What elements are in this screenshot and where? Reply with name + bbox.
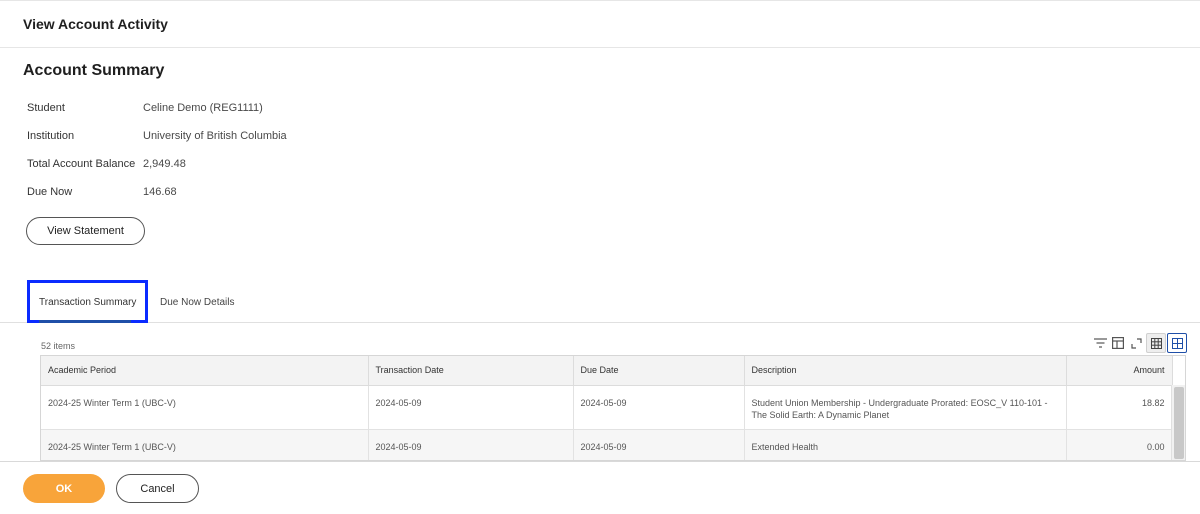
due-now-value: 146.68 [143,186,177,198]
cell-academic-period: 2024-25 Winter Term 1 (UBC-V) [41,385,369,430]
column-chooser-icon[interactable] [1109,333,1127,353]
institution-value: University of British Columbia [143,130,287,142]
expand-icon[interactable] [1127,333,1145,353]
col-transaction-date[interactable]: Transaction Date [368,356,574,386]
page-title: View Account Activity [23,16,168,32]
institution-label: Institution [27,130,75,142]
student-label: Student [27,102,65,114]
tab-transaction-summary-label: Transaction Summary [39,297,137,308]
cell-transaction-date: 2024-05-09 [368,385,574,430]
grid-toolbar [1090,333,1188,353]
table-row[interactable]: 2024-25 Winter Term 1 (UBC-V) 2024-05-09… [41,385,1173,430]
total-balance-value: 2,949.48 [143,158,186,170]
transactions-grid: Academic Period Transaction Date Due Dat… [40,355,1186,461]
view-statement-button[interactable]: View Statement [26,217,145,245]
cell-due-date: 2024-05-09 [573,429,745,460]
student-value: Celine Demo (REG1111) [143,102,263,114]
cancel-button[interactable]: Cancel [116,474,199,503]
grid-view-icon[interactable] [1167,333,1187,353]
tab-due-now-details-label: Due Now Details [160,297,235,308]
tab-transaction-summary[interactable]: Transaction Summary [27,280,148,323]
table-view-icon[interactable] [1146,333,1166,353]
scrollbar-thumb[interactable] [1174,387,1184,459]
cell-description: Extended Health [744,429,1067,460]
cell-academic-period: 2024-25 Winter Term 1 (UBC-V) [41,429,369,460]
cell-amount: 0.00 [1066,429,1173,460]
due-now-label: Due Now [27,186,73,198]
col-academic-period[interactable]: Academic Period [41,356,369,386]
tab-bar: Transaction Summary Due Now Details [0,280,1200,323]
cell-description: Student Union Membership - Undergraduate… [744,385,1067,430]
col-amount[interactable]: Amount [1066,356,1173,386]
table-header-row: Academic Period Transaction Date Due Dat… [41,356,1173,386]
col-due-date[interactable]: Due Date [573,356,745,386]
col-description[interactable]: Description [744,356,1067,386]
grid-scrollbar[interactable] [1171,385,1185,460]
total-balance-label: Total Account Balance [27,158,136,170]
transactions-table: Academic Period Transaction Date Due Dat… [41,356,1173,460]
filter-icon[interactable] [1091,333,1109,353]
footer: OK Cancel [0,461,1200,514]
item-count: 52 items [41,341,76,351]
cell-due-date: 2024-05-09 [573,385,745,430]
account-summary-title: Account Summary [23,62,165,79]
cell-transaction-date: 2024-05-09 [368,429,574,460]
title-bar: View Account Activity [0,0,1200,48]
table-row[interactable]: 2024-25 Winter Term 1 (UBC-V) 2024-05-09… [41,429,1173,460]
ok-button[interactable]: OK [23,474,105,503]
cell-amount: 18.82 [1066,385,1173,430]
active-tab-indicator [39,320,131,323]
